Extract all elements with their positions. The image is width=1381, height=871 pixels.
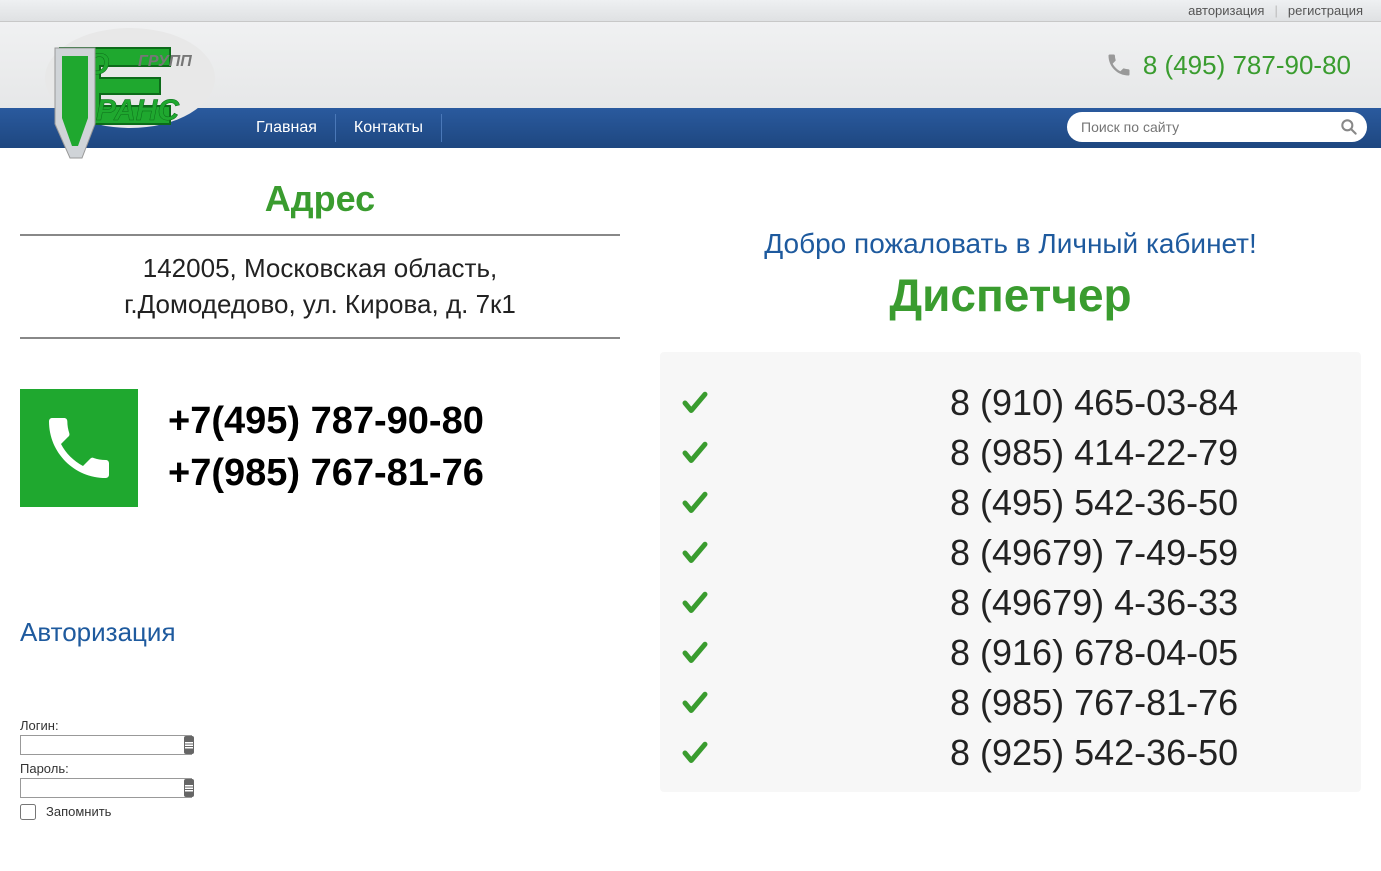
auth-title: Авторизация [20, 617, 620, 648]
login-input[interactable] [21, 736, 184, 754]
header-phone-number[interactable]: 8 (495) 787-90-80 [1143, 50, 1351, 81]
check-icon [680, 735, 710, 771]
dispatcher-phone[interactable]: 8 (985) 767-81-76 [950, 682, 1238, 724]
phone-block: +7(495) 787-90-80 +7(985) 767-81-76 [20, 389, 620, 507]
dispatcher-row: 8 (985) 414-22-79 [680, 432, 1321, 474]
dispatcher-phone[interactable]: 8 (495) 542-36-50 [950, 482, 1238, 524]
search-icon[interactable] [1339, 117, 1359, 137]
check-icon [680, 635, 710, 671]
dispatcher-row: 8 (49679) 4-36-33 [680, 582, 1321, 624]
check-icon [680, 535, 710, 571]
nav-home[interactable]: Главная [238, 114, 336, 142]
register-link[interactable]: регистрация [1288, 3, 1363, 18]
address-line-1: 142005, Московская область, [30, 250, 610, 286]
dispatcher-list: 8 (910) 465-03-84 8 (985) 414-22-79 8 (4… [660, 352, 1361, 792]
separator: | [1274, 3, 1277, 18]
right-column: Добро пожаловать в Личный кабинет! Диспе… [640, 178, 1361, 820]
password-input[interactable] [21, 779, 184, 797]
address-box: 142005, Московская область, г.Домодедово… [20, 234, 620, 339]
nav-contacts[interactable]: Контакты [336, 114, 442, 142]
check-icon [680, 485, 710, 521]
input-suggest-icon[interactable] [184, 736, 194, 754]
check-icon [680, 585, 710, 621]
login-label: Логин: [20, 718, 620, 733]
dispatcher-phone[interactable]: 8 (916) 678-04-05 [950, 632, 1238, 674]
phone-handset-icon [39, 408, 119, 488]
svg-text:ГРУПП: ГРУПП [138, 53, 192, 70]
dispatcher-phone[interactable]: 8 (985) 414-22-79 [950, 432, 1238, 474]
dispatcher-row: 8 (495) 542-36-50 [680, 482, 1321, 524]
contact-phone-2[interactable]: +7(985) 767-81-76 [168, 448, 484, 499]
login-link[interactable]: авторизация [1188, 3, 1264, 18]
search-input[interactable] [1081, 119, 1339, 135]
address-line-2: г.Домодедово, ул. Кирова, д. 7к1 [30, 286, 610, 322]
welcome-text: Добро пожаловать в Личный кабинет! [660, 228, 1361, 260]
login-input-wrap [20, 735, 192, 755]
svg-text:РАНС: РАНС [96, 94, 180, 127]
header-phone: 8 (495) 787-90-80 [1105, 50, 1351, 81]
address-title: Адрес [20, 178, 620, 220]
logo[interactable]: КО ГРУПП РАНС [20, 18, 220, 183]
dispatcher-phone[interactable]: 8 (910) 465-03-84 [950, 382, 1238, 424]
check-icon [680, 385, 710, 421]
remember-label: Запомнить [46, 804, 111, 819]
left-column: Адрес 142005, Московская область, г.Домо… [20, 178, 620, 820]
phone-icon [1105, 51, 1133, 79]
dispatcher-row: 8 (925) 542-36-50 [680, 732, 1321, 774]
dispatcher-phone[interactable]: 8 (49679) 4-36-33 [950, 582, 1238, 624]
dispatcher-row: 8 (985) 767-81-76 [680, 682, 1321, 724]
remember-row: Запомнить [20, 804, 620, 820]
dispatcher-title: Диспетчер [660, 268, 1361, 322]
header: КО ГРУПП РАНС 8 (495) 787-90-80 [0, 22, 1381, 108]
login-row: Логин: [20, 718, 620, 755]
remember-checkbox[interactable] [20, 804, 36, 820]
dispatcher-phone[interactable]: 8 (925) 542-36-50 [950, 732, 1238, 774]
phone-icon-box [20, 389, 138, 507]
search-box [1067, 112, 1367, 142]
contact-phones: +7(495) 787-90-80 +7(985) 767-81-76 [168, 396, 484, 499]
dispatcher-phone[interactable]: 8 (49679) 7-49-59 [950, 532, 1238, 574]
check-icon [680, 435, 710, 471]
password-row: Пароль: [20, 761, 620, 798]
password-label: Пароль: [20, 761, 620, 776]
dispatcher-row: 8 (916) 678-04-05 [680, 632, 1321, 674]
input-suggest-icon[interactable] [184, 779, 194, 797]
check-icon [680, 685, 710, 721]
password-input-wrap [20, 778, 192, 798]
contact-phone-1[interactable]: +7(495) 787-90-80 [168, 396, 484, 447]
dispatcher-row: 8 (49679) 7-49-59 [680, 532, 1321, 574]
dispatcher-row: 8 (910) 465-03-84 [680, 382, 1321, 424]
content: Адрес 142005, Московская область, г.Домо… [0, 148, 1381, 840]
